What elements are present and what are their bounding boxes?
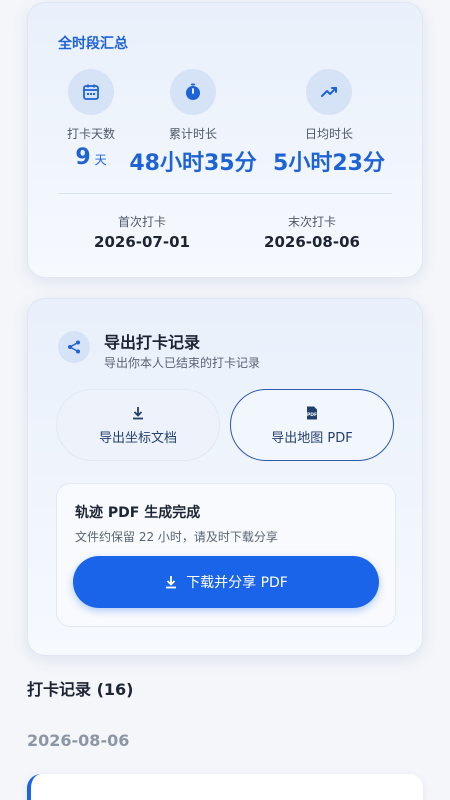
records-title: 打卡记录 (16) (27, 680, 134, 699)
record-group-date: 2026-08-06 (27, 731, 130, 750)
calendar-icon (68, 69, 114, 115)
download-icon (131, 405, 145, 421)
stat-label-total: 累计时长 (168, 127, 217, 141)
download-share-pdf-button[interactable]: 下载并分享 PDF (73, 556, 379, 608)
stat-value-total: 48小时35分 (129, 151, 257, 176)
last-checkin-value: 2026-08-06 (264, 233, 360, 251)
trend-up-icon (306, 69, 352, 115)
export-map-pdf-label: 导出地图 PDF (271, 430, 353, 446)
pdf-result-panel: 轨迹 PDF 生成完成 文件约保留 22 小时，请及时下载分享 下载并分享 PD… (56, 483, 396, 627)
share-icon (58, 331, 90, 363)
record-card[interactable] (27, 774, 423, 800)
download-icon (164, 575, 178, 589)
export-coordinates-button[interactable]: 导出坐标文档 (56, 389, 220, 461)
pdf-result-title: 轨迹 PDF 生成完成 (75, 505, 201, 521)
stat-label-average: 日均时长 (304, 127, 353, 141)
export-subtitle: 导出你本人已结束的打卡记录 (104, 356, 261, 370)
stat-days-number: 9 (75, 145, 91, 170)
download-share-pdf-label: 下载并分享 PDF (186, 575, 288, 591)
last-checkin-label: 末次打卡 (287, 215, 336, 229)
svg-text:PDF: PDF (307, 412, 317, 418)
export-coordinates-label: 导出坐标文档 (98, 430, 177, 446)
first-checkin-value: 2026-07-01 (94, 233, 190, 251)
export-title: 导出打卡记录 (104, 333, 201, 352)
pdf-file-icon: PDF (304, 405, 320, 421)
export-map-pdf-button[interactable]: PDF 导出地图 PDF (230, 389, 394, 461)
pdf-result-subtitle: 文件约保留 22 小时，请及时下载分享 (75, 530, 278, 544)
summary-title: 全时段汇总 (58, 36, 128, 52)
summary-card: 全时段汇总 打卡天数 9天 累计时长 48小时35分 日均时长 5小时23分 首… (27, 2, 423, 278)
export-card: 导出打卡记录 导出你本人已结束的打卡记录 导出坐标文档 PDF 导出地图 PDF… (27, 298, 423, 656)
stat-value-average: 5小时23分 (273, 151, 385, 176)
first-checkin-label: 首次打卡 (117, 215, 166, 229)
stopwatch-icon (170, 69, 216, 115)
stat-days-unit: 天 (94, 153, 107, 167)
summary-divider (58, 193, 392, 194)
